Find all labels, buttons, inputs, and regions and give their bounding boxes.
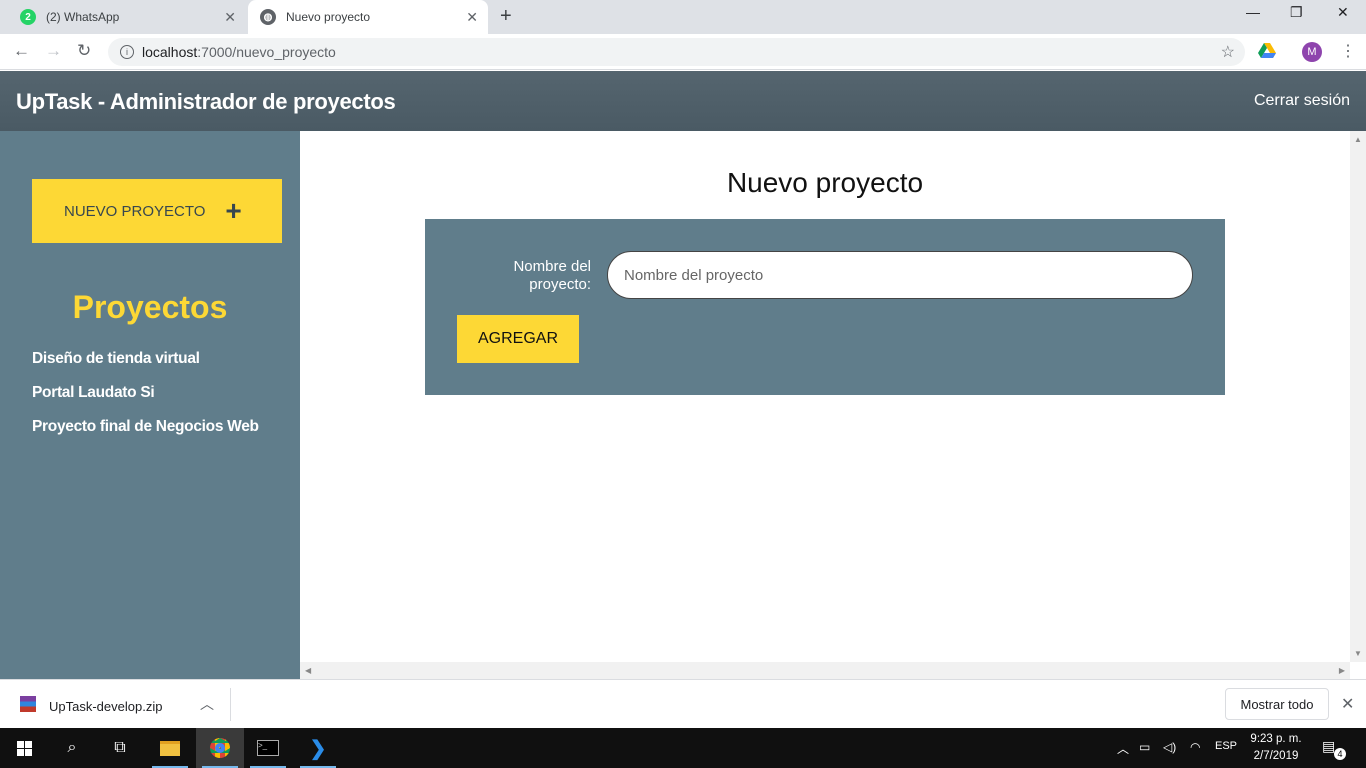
tab-title: (2) WhatsApp xyxy=(46,10,120,24)
start-button[interactable] xyxy=(0,728,48,768)
plus-icon: + xyxy=(225,195,242,226)
project-link[interactable]: Proyecto final de Negocios Web xyxy=(32,418,259,452)
project-link[interactable]: Diseño de tienda virtual xyxy=(32,350,259,384)
windows-taskbar: ⌕ ⧉ >_ ❯ ︿ ▭ ◁) ◠ ESP 9:23 p. m. 2/7/201… xyxy=(0,728,1366,768)
whatsapp-icon: 2 xyxy=(20,9,36,25)
google-drive-icon[interactable] xyxy=(1258,43,1276,59)
project-list: Diseño de tienda virtual Portal Laudato … xyxy=(32,350,259,452)
app-header: UpTask - Administrador de proyectos Cerr… xyxy=(0,71,1366,131)
minimize-icon[interactable]: — xyxy=(1246,4,1260,20)
horizontal-scrollbar[interactable]: ◀ ▶ xyxy=(300,662,1350,679)
download-bar: UpTask-develop.zip ︿ Mostrar todo ✕ xyxy=(0,679,1366,728)
restore-icon[interactable]: ❐ xyxy=(1290,4,1303,21)
vscode-icon[interactable]: ❯ xyxy=(294,728,342,768)
clock-date: 2/7/2019 xyxy=(1253,750,1299,762)
battery-icon[interactable]: ▭ xyxy=(1139,740,1150,754)
project-name-input[interactable] xyxy=(607,251,1193,299)
tab-nuevo-proyecto[interactable]: ◍ Nuevo proyecto ✕ xyxy=(248,0,488,34)
browser-tab-strip: 2 (2) WhatsApp ✕ ◍ Nuevo proyecto ✕ + — … xyxy=(0,0,1366,34)
scroll-down-icon[interactable]: ▼ xyxy=(1354,649,1362,658)
clock[interactable]: 9:23 p. m. 2/7/2019 xyxy=(1240,731,1312,765)
winrar-archive-icon xyxy=(20,696,36,712)
back-icon[interactable]: ← xyxy=(13,41,30,61)
chevron-up-icon[interactable]: ︿ xyxy=(200,694,214,714)
notification-count: 4 xyxy=(1334,748,1346,760)
new-project-button[interactable]: NUEVO PROYECTO + xyxy=(32,179,282,243)
volume-icon[interactable]: ◁) xyxy=(1163,740,1176,754)
projects-heading: Proyectos xyxy=(72,289,228,325)
new-tab-button[interactable]: + xyxy=(500,5,512,28)
reload-icon[interactable]: ↻ xyxy=(77,41,91,61)
project-name-label: Nombre del proyecto: xyxy=(513,258,591,293)
close-tab-icon[interactable]: ✕ xyxy=(466,9,478,26)
chrome-icon[interactable] xyxy=(196,728,244,768)
browser-toolbar: ← → ↻ i localhost:7000/nuevo_proyecto ☆ … xyxy=(0,34,1366,70)
url-host: localhost xyxy=(142,44,198,60)
wifi-icon[interactable]: ◠ xyxy=(1190,740,1200,754)
download-file-name[interactable]: UpTask-develop.zip xyxy=(49,699,162,714)
bookmark-star-icon[interactable]: ☆ xyxy=(1221,42,1235,62)
forward-icon[interactable]: → xyxy=(45,41,62,61)
project-link[interactable]: Portal Laudato Si xyxy=(32,384,259,418)
more-menu-icon[interactable]: ⋮ xyxy=(1340,41,1356,61)
show-all-button[interactable]: Mostrar todo xyxy=(1225,688,1329,720)
url-path: :7000/nuevo_proyecto xyxy=(197,44,336,60)
action-center-icon[interactable]: ▤ 4 xyxy=(1322,738,1346,760)
scroll-up-icon[interactable]: ▲ xyxy=(1354,135,1362,144)
scroll-left-icon[interactable]: ◀ xyxy=(305,666,311,675)
file-explorer-icon[interactable] xyxy=(146,728,194,768)
add-button[interactable]: AGREGAR xyxy=(457,315,579,363)
close-window-icon[interactable]: ✕ xyxy=(1337,4,1349,21)
new-project-label: NUEVO PROYECTO xyxy=(64,202,206,220)
tab-title: Nuevo proyecto xyxy=(286,10,371,24)
info-icon[interactable]: i xyxy=(120,45,134,59)
globe-icon: ◍ xyxy=(260,9,276,25)
page-title: Nuevo proyecto xyxy=(726,167,924,198)
main-content: Nuevo proyecto Nombre del proyecto: AGRE… xyxy=(300,131,1350,662)
divider xyxy=(230,688,231,721)
app-title: UpTask - Administrador de proyectos xyxy=(16,89,396,114)
logout-link[interactable]: Cerrar sesión xyxy=(1254,92,1350,110)
search-icon[interactable]: ⌕ xyxy=(48,728,96,768)
clock-time: 9:23 p. m. xyxy=(1250,733,1302,745)
sidebar: NUEVO PROYECTO + Proyectos Diseño de tie… xyxy=(0,131,300,679)
scroll-right-icon[interactable]: ▶ xyxy=(1339,666,1345,675)
tab-whatsapp[interactable]: 2 (2) WhatsApp ✕ xyxy=(0,0,246,34)
task-view-icon[interactable]: ⧉ xyxy=(96,728,144,768)
new-project-form: Nombre del proyecto: AGREGAR xyxy=(425,219,1225,395)
vertical-scrollbar[interactable]: ▲ ▼ xyxy=(1350,131,1366,662)
windows-logo-icon xyxy=(16,740,32,756)
terminal-icon[interactable]: >_ xyxy=(244,728,292,768)
address-bar[interactable]: i localhost:7000/nuevo_proyecto ☆ xyxy=(108,38,1245,66)
show-hidden-icons-icon[interactable]: ︿ xyxy=(1117,740,1129,757)
profile-avatar[interactable]: M xyxy=(1302,42,1322,62)
language-indicator[interactable]: ESP xyxy=(1215,740,1237,752)
close-tab-icon[interactable]: ✕ xyxy=(224,9,236,26)
close-download-bar-icon[interactable]: ✕ xyxy=(1341,694,1354,714)
